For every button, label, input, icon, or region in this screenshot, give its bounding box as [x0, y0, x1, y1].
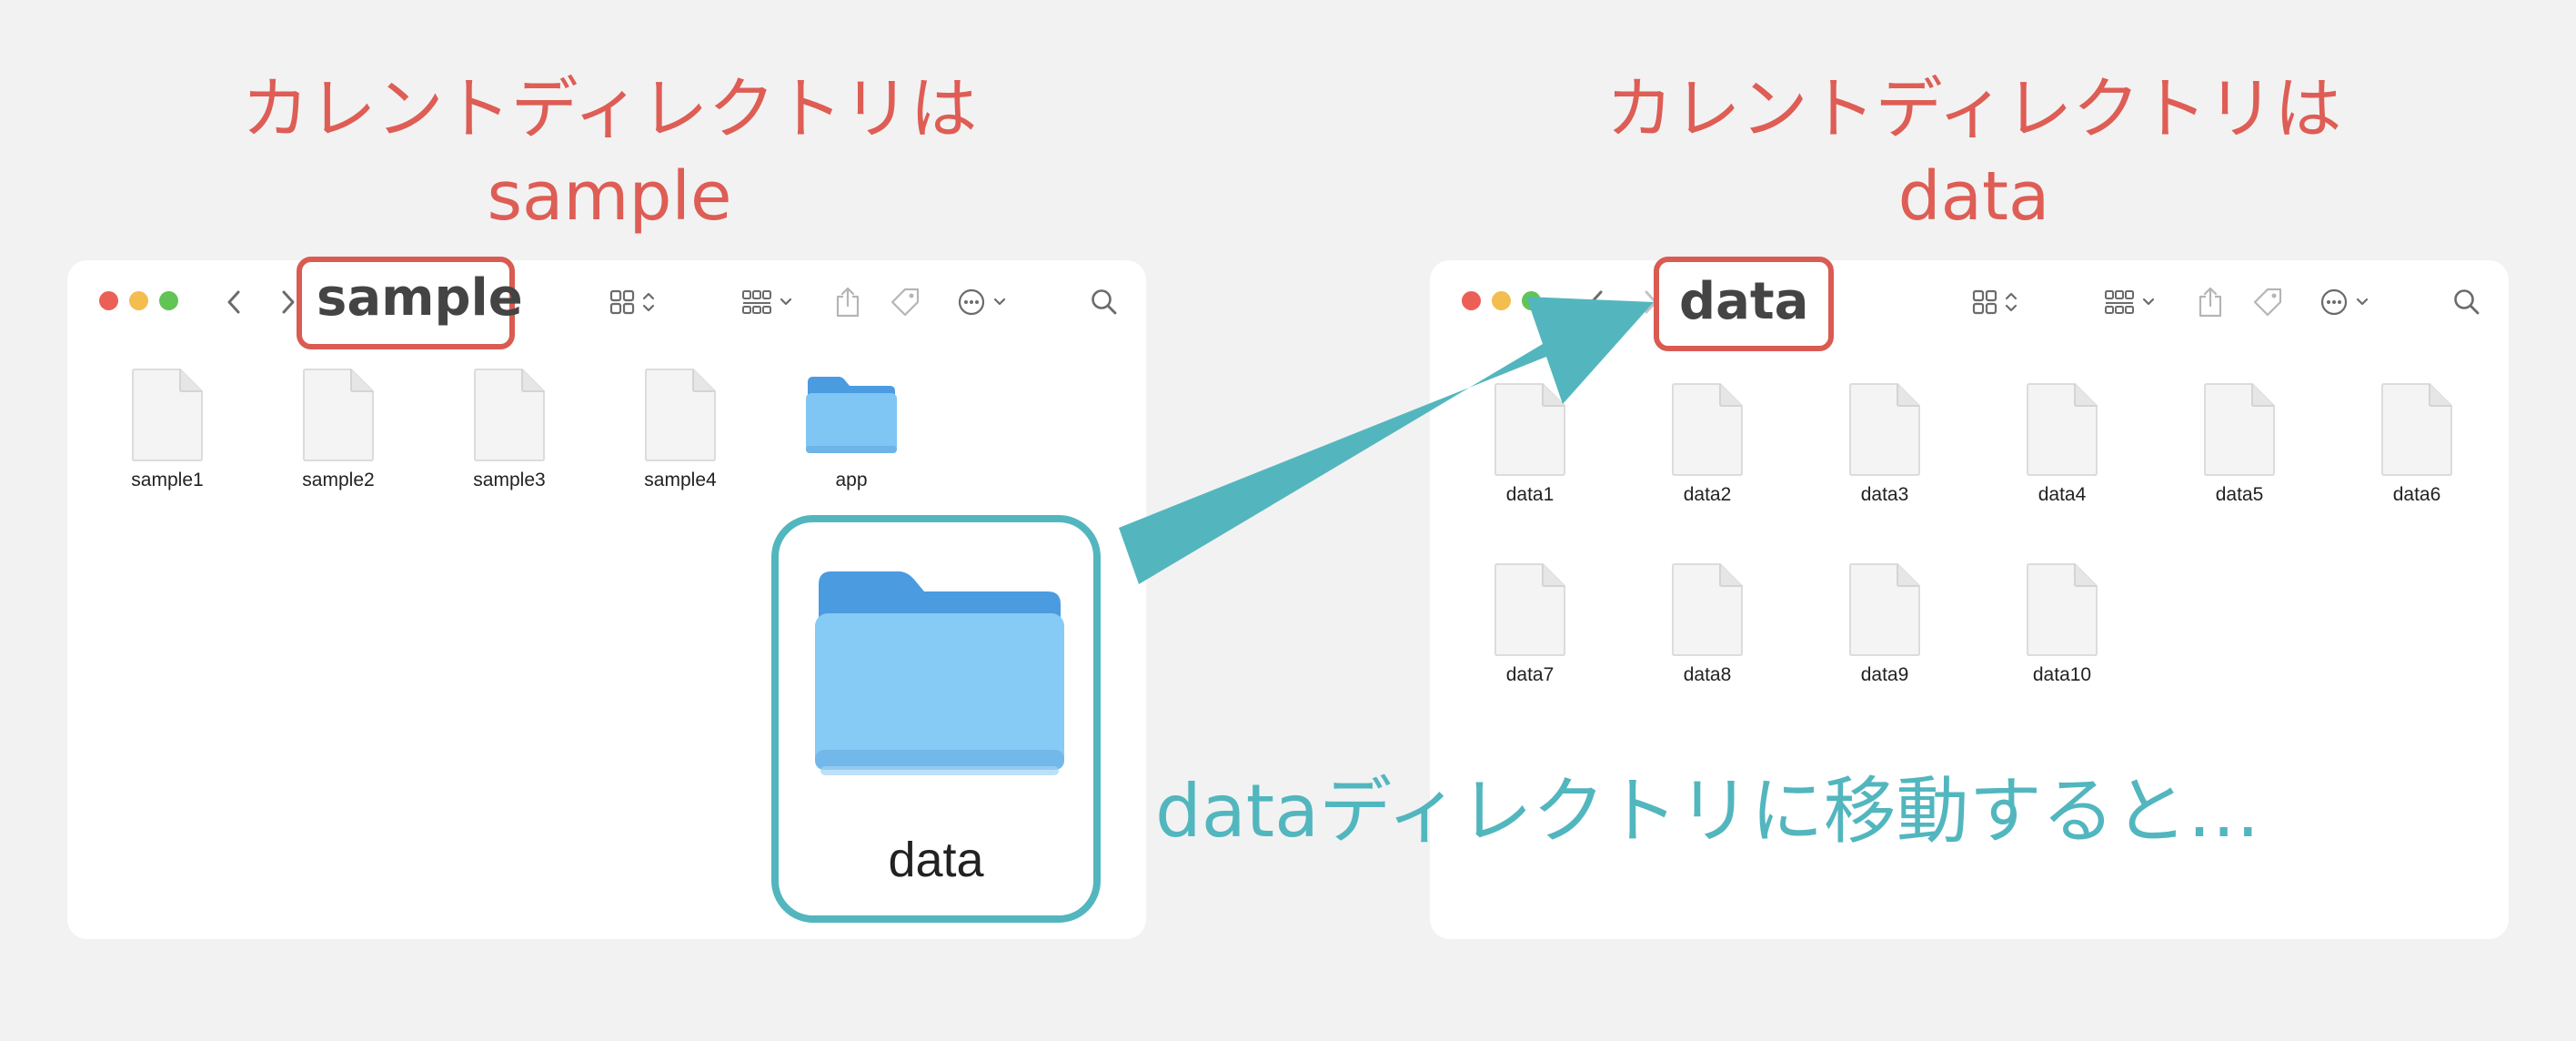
document-icon — [2380, 382, 2453, 477]
caption-right-line2: data — [1897, 157, 2050, 236]
close-window-button[interactable] — [1462, 291, 1481, 310]
document-icon — [302, 368, 375, 462]
zoom-window-button[interactable] — [159, 291, 178, 310]
document-icon — [644, 368, 717, 462]
document-icon — [1671, 562, 1744, 657]
grid-view-icon[interactable] — [1970, 284, 2025, 320]
share-icon[interactable] — [830, 284, 866, 320]
file-label: data5 — [2215, 484, 2264, 505]
file-label: data8 — [1683, 664, 1732, 685]
caption-right-line1: カレントディレクトリは — [1605, 70, 2342, 148]
slide: { "captions": { "left": {"line1": "カレントデ… — [0, 0, 2576, 1041]
document-icon — [1494, 382, 1566, 477]
file-label: sample1 — [131, 470, 204, 490]
minimize-window-button[interactable] — [1492, 291, 1511, 310]
file-label: sample3 — [473, 470, 546, 490]
window-title: sample — [317, 268, 523, 328]
file-item[interactable]: data7 — [1466, 562, 1594, 686]
tag-icon[interactable] — [2249, 284, 2287, 320]
caption-left-line1: カレントディレクトリは — [241, 70, 978, 148]
folder-item-app[interactable]: app — [788, 373, 915, 491]
file-item[interactable]: data3 — [1821, 382, 1948, 506]
file-label: data2 — [1683, 484, 1732, 505]
file-item[interactable]: data10 — [1998, 562, 2126, 686]
highlighted-folder-label: data — [888, 833, 984, 887]
file-label: data7 — [1505, 664, 1555, 685]
grid-view-icon[interactable] — [608, 284, 662, 320]
file-item[interactable]: data5 — [2176, 382, 2303, 506]
minimize-window-button[interactable] — [129, 291, 148, 310]
file-label: data10 — [2032, 664, 2092, 685]
more-icon[interactable] — [2318, 284, 2378, 320]
back-chevron-icon[interactable] — [220, 284, 247, 320]
document-icon — [1848, 382, 1921, 477]
file-item[interactable]: data9 — [1821, 562, 1948, 686]
document-icon — [1671, 382, 1744, 477]
file-label: sample4 — [644, 470, 717, 490]
zoom-window-button[interactable] — [1522, 291, 1541, 310]
folder-icon — [804, 373, 899, 457]
back-chevron-icon[interactable] — [1583, 284, 1610, 320]
folder-icon — [815, 571, 1064, 775]
file-item[interactable]: sample2 — [275, 368, 402, 491]
document-icon — [2026, 382, 2098, 477]
share-icon[interactable] — [2192, 284, 2229, 320]
file-item[interactable]: data1 — [1466, 382, 1594, 506]
file-label: data3 — [1860, 484, 1909, 505]
file-label: data4 — [2038, 484, 2087, 505]
highlighted-data-folder[interactable]: data — [771, 515, 1101, 923]
document-icon — [1494, 562, 1566, 657]
file-item[interactable]: data4 — [1998, 382, 2126, 506]
document-icon — [473, 368, 546, 462]
annotation-text: dataディレクトリに移動すると… — [1155, 769, 2260, 854]
file-item[interactable]: sample3 — [446, 368, 573, 491]
document-icon — [1848, 562, 1921, 657]
tag-icon[interactable] — [886, 284, 924, 320]
document-icon — [2026, 562, 2098, 657]
more-icon[interactable] — [955, 284, 1015, 320]
file-item[interactable]: data8 — [1644, 562, 1771, 686]
file-label: data9 — [1860, 664, 1909, 685]
file-item[interactable]: sample4 — [617, 368, 744, 491]
search-icon[interactable] — [1086, 284, 1122, 320]
caption-left: カレントディレクトリは sample — [127, 66, 1092, 240]
file-item[interactable]: data2 — [1644, 382, 1771, 506]
document-icon — [2203, 382, 2276, 477]
file-label: data1 — [1505, 484, 1555, 505]
document-icon — [131, 368, 204, 462]
file-item[interactable]: sample1 — [104, 368, 231, 491]
window-title: data — [1679, 272, 1809, 331]
group-by-icon[interactable] — [2103, 284, 2161, 320]
caption-left-line2: sample — [487, 157, 732, 236]
file-label: data6 — [2392, 484, 2441, 505]
search-icon[interactable] — [2449, 284, 2485, 320]
file-label: sample2 — [302, 470, 375, 490]
file-item[interactable]: data6 — [2353, 382, 2480, 506]
group-by-icon[interactable] — [740, 284, 799, 320]
caption-right: カレントディレクトリは data — [1492, 66, 2456, 240]
folder-label: app — [835, 470, 868, 490]
close-window-button[interactable] — [99, 291, 118, 310]
